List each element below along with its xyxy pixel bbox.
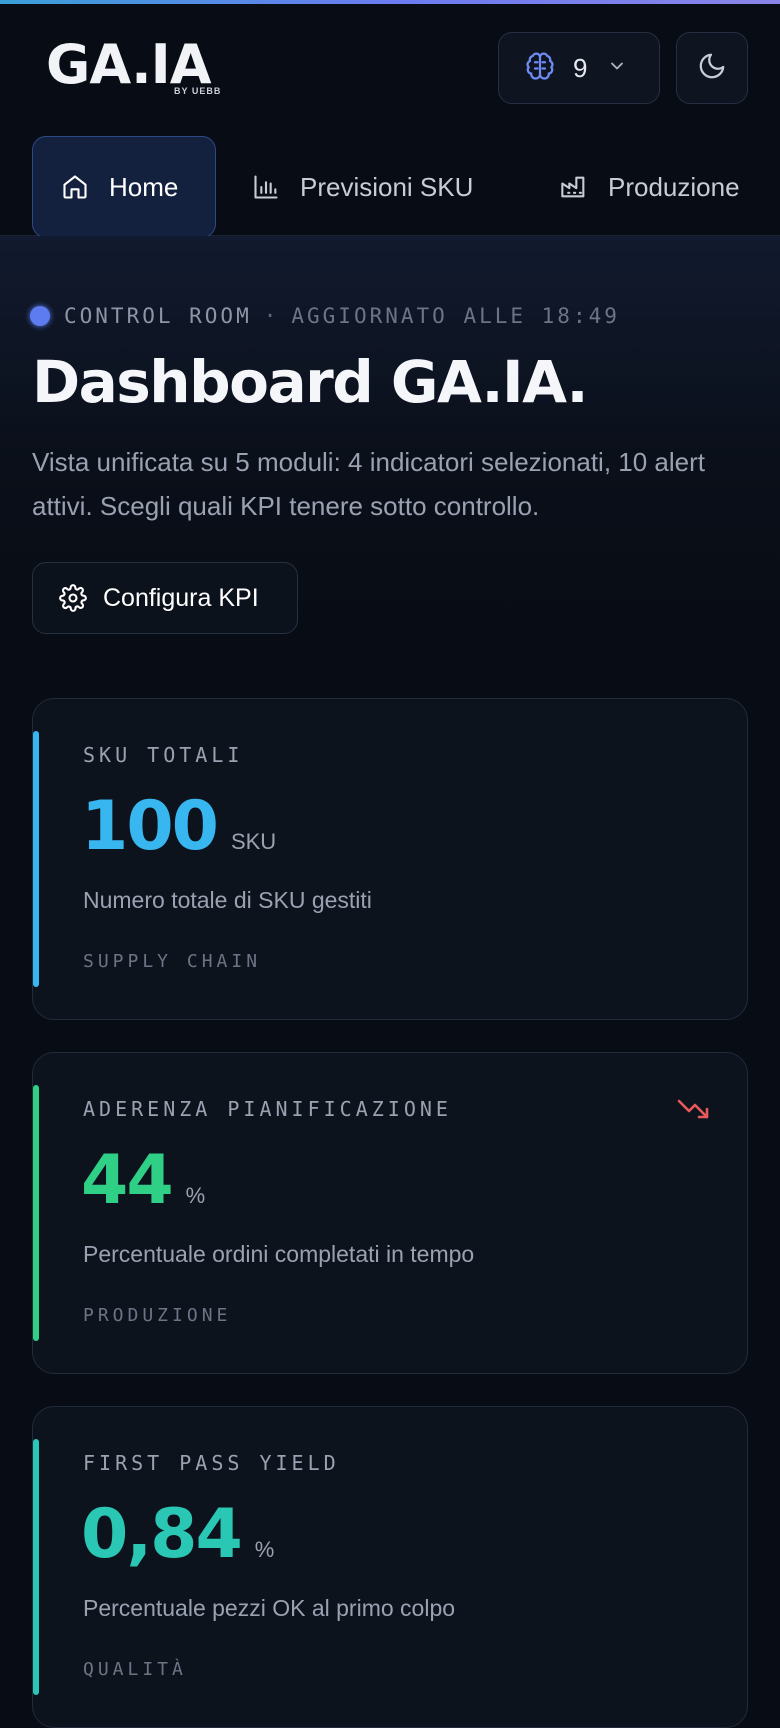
page-description: Vista unificata su 5 moduli: 4 indicator… <box>32 447 706 521</box>
page-title: Dashboard GA.IA. <box>32 348 589 416</box>
kpi-label: FIRST PASS YIELD <box>83 1451 340 1475</box>
eyebrow-separator: · <box>263 304 280 328</box>
kpi-module: QUALITÀ <box>83 1659 187 1680</box>
live-dot <box>30 306 50 326</box>
kpi-module: PRODUZIONE <box>83 1305 232 1326</box>
tab-produzione-label: Produzione <box>608 171 740 202</box>
kpi-value: 100 <box>81 787 219 866</box>
kpi-value: 44 <box>81 1141 174 1220</box>
kpi-accent-bar <box>33 731 39 987</box>
model-count: 9 <box>573 52 588 83</box>
kpi-value: 0,84 <box>81 1495 243 1574</box>
gear-icon <box>59 584 87 612</box>
status-line: CONTROL ROOM · AGGIORNATO ALLE 18:49 <box>30 304 620 328</box>
kpi-value-row: 100 SKU <box>81 787 276 866</box>
configure-kpi-button[interactable]: Configura KPI <box>32 562 298 634</box>
trend-down-icon <box>677 1097 709 1126</box>
dashboard-main: CONTROL ROOM · AGGIORNATO ALLE 18:49 Das… <box>0 236 780 1728</box>
kpi-accent-bar <box>33 1439 39 1695</box>
kpi-card-sku-totali[interactable]: SKU TOTALI 100 SKU Numero totale di SKU … <box>32 698 748 1020</box>
kpi-unit: % <box>254 1537 275 1562</box>
model-selector-button[interactable]: 9 <box>498 32 660 104</box>
kpi-description: Percentuale ordini completati in tempo <box>83 1241 475 1267</box>
kpi-label: ADERENZA PIANIFICAZIONE <box>83 1097 452 1121</box>
brain-icon <box>525 51 555 86</box>
app-header: GA.IA BY UEBB 9 Home Previsioni SKU Prod… <box>0 4 780 238</box>
kpi-value-row: 0,84 % <box>81 1495 274 1574</box>
chevron-down-icon <box>607 56 627 81</box>
last-updated: AGGIORNATO ALLE 18:49 <box>291 304 620 328</box>
tab-home[interactable]: Home <box>32 136 216 238</box>
kpi-card-first-pass-yield[interactable]: FIRST PASS YIELD 0,84 % Percentuale pezz… <box>32 1406 748 1728</box>
kpi-label: SKU TOTALI <box>83 743 244 767</box>
bar-chart-icon <box>254 175 278 199</box>
main-nav: Home Previsioni SKU Produzione <box>0 132 780 238</box>
tab-previsioni-label: Previsioni SKU <box>300 171 474 202</box>
tab-produzione[interactable]: Produzione <box>560 136 740 238</box>
section-eyebrow: CONTROL ROOM <box>64 304 252 328</box>
kpi-accent-bar <box>33 1085 39 1341</box>
kpi-module: SUPPLY CHAIN <box>83 951 262 972</box>
kpi-description: Percentuale pezzi OK al primo colpo <box>83 1595 456 1621</box>
home-icon <box>63 175 87 199</box>
tab-previsioni-sku[interactable]: Previsioni SKU <box>252 136 473 238</box>
theme-toggle-button[interactable] <box>676 32 748 104</box>
kpi-unit: SKU <box>230 829 277 854</box>
kpi-description: Numero totale di SKU gestiti <box>83 887 372 913</box>
configure-kpi-label: Configura KPI <box>103 583 259 612</box>
tab-home-label: Home <box>109 171 179 202</box>
kpi-card-aderenza-pianificazione[interactable]: ADERENZA PIANIFICAZIONE 44 % Percentuale… <box>32 1052 748 1374</box>
factory-icon <box>561 176 585 198</box>
logo-subtitle: BY UEBB <box>174 86 222 96</box>
kpi-unit: % <box>185 1183 206 1208</box>
moon-icon <box>697 51 727 86</box>
kpi-value-row: 44 % <box>81 1141 205 1220</box>
